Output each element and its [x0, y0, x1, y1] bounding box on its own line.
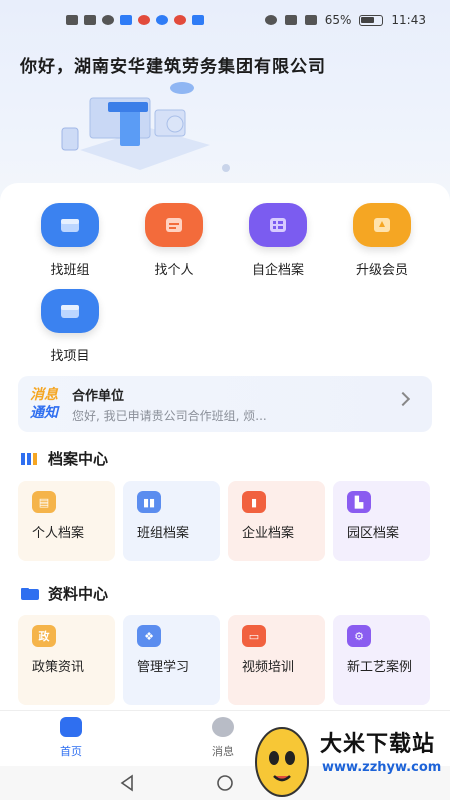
new-process-case-tile[interactable]: ⚙ 新工艺案例 [333, 615, 430, 705]
notice-tag: 消息 通知 [30, 386, 58, 422]
team-archive-icon: ▮▮ [137, 491, 161, 513]
status-bar: 65% 11:43 [0, 0, 450, 40]
own-archive-button[interactable]: 自企档案 [226, 203, 330, 289]
project-icon [41, 289, 99, 333]
app-notification-icon [138, 15, 150, 25]
app-notification-icon [192, 15, 204, 25]
team-archive-label: 班组档案 [137, 526, 190, 541]
banner-illustration [61, 82, 210, 170]
alarm-icon [264, 15, 277, 25]
archive-icon [249, 203, 307, 247]
park-archive-icon: ▙ [347, 491, 371, 513]
watermark: 大米下载站 www.zzhyw.com [246, 716, 450, 800]
tab-home-label: 首页 [60, 745, 82, 758]
home-nav-icon[interactable] [216, 774, 234, 792]
video-training-tile[interactable]: ▭ 视频培训 [228, 615, 325, 705]
team-archive-tile[interactable]: ▮▮ 班组档案 [123, 481, 220, 561]
vip-icon [353, 203, 411, 247]
policy-news-label: 政策资讯 [32, 660, 85, 675]
app-notification-icon [174, 15, 186, 25]
enterprise-archive-label: 企业档案 [242, 526, 295, 541]
park-archive-label: 园区档案 [347, 526, 400, 541]
status-icons-right: 65% 11:43 [264, 13, 426, 27]
policy-icon: 政 [32, 625, 56, 647]
upgrade-member-button[interactable]: 升级会员 [330, 203, 434, 289]
park-archive-tile[interactable]: ▙ 园区档案 [333, 481, 430, 561]
greeting-title: 你好，湖南安华建筑劳务集团有限公司 [20, 57, 326, 77]
video-icon: ▭ [242, 625, 266, 647]
upgrade-member-label: 升级会员 [355, 263, 408, 278]
wifi-icon [102, 15, 114, 25]
notice-title: 合作单位 [72, 388, 125, 404]
management-learning-tile[interactable]: ❖ 管理学习 [123, 615, 220, 705]
tab-messages[interactable]: 消息 [212, 717, 234, 759]
find-project-button[interactable]: 找项目 [18, 289, 122, 375]
watermark-name: 大米下载站 [320, 732, 436, 757]
main-panel: 找班组 找个人 自企档案 升级会员 找项目 消息 通知 合作单位 您好, 我已申… [0, 183, 450, 713]
notice-body: 合作单位 您好, 我已申请贵公司合作班组, 烦... [72, 385, 267, 424]
battery-percent: 65% [324, 13, 352, 27]
find-person-label: 找个人 [154, 263, 194, 278]
personal-archive-icon: ▤ [32, 491, 56, 513]
video-training-label: 视频培训 [242, 660, 295, 675]
gear-icon: ⚙ [347, 625, 371, 647]
watermark-url: www.zzhyw.com [322, 760, 442, 775]
archive-center-header: 档案中心 [20, 448, 108, 469]
personal-archive-label: 个人档案 [32, 526, 85, 541]
resource-center-tiles: 政 政策资讯 ❖ 管理学习 ▭ 视频培训 ⚙ 新工艺案例 [18, 615, 432, 705]
own-archive-label: 自企档案 [251, 263, 304, 278]
app-notification-icon [156, 15, 168, 25]
notice-text: 您好, 我已申请贵公司合作班组, 烦... [72, 408, 267, 423]
carousel-indicator[interactable] [222, 164, 230, 172]
clock: 11:43 [391, 13, 426, 27]
quick-actions-grid: 找班组 找个人 自企档案 升级会员 找项目 [0, 203, 450, 375]
tab-messages-label: 消息 [212, 745, 234, 758]
find-project-label: 找项目 [50, 349, 90, 364]
person-card-icon [145, 203, 203, 247]
watermark-logo [255, 727, 309, 797]
enterprise-archive-icon: ▮ [242, 491, 266, 513]
management-learning-label: 管理学习 [137, 660, 190, 675]
back-icon[interactable] [118, 774, 136, 792]
notice-banner[interactable]: 消息 通知 合作单位 您好, 我已申请贵公司合作班组, 烦... [18, 376, 432, 432]
team-icon [41, 203, 99, 247]
signal-icon [66, 15, 78, 25]
tab-home[interactable]: 首页 [60, 717, 82, 759]
folder-icon [21, 587, 39, 600]
chevron-right-icon [395, 391, 411, 407]
vibrate-icon [304, 15, 317, 25]
hero-banner: 65% 11:43 你好，湖南安华建筑劳务集团有限公司 [0, 0, 450, 200]
message-icon [212, 717, 234, 737]
notice-tag-line1: 消息 [30, 387, 58, 403]
enterprise-archive-tile[interactable]: ▮ 企业档案 [228, 481, 325, 561]
archive-center-title: 档案中心 [48, 450, 109, 468]
bluetooth-icon [284, 15, 297, 25]
battery-icon [359, 14, 384, 26]
signal-icon [84, 15, 96, 25]
archive-center-tiles: ▤ 个人档案 ▮▮ 班组档案 ▮ 企业档案 ▙ 园区档案 [18, 481, 432, 561]
find-person-button[interactable]: 找个人 [122, 203, 226, 289]
app-notification-icon [120, 15, 132, 25]
notice-tag-line2: 通知 [30, 405, 58, 421]
personal-archive-tile[interactable]: ▤ 个人档案 [18, 481, 115, 561]
home-icon [60, 717, 82, 737]
new-process-case-label: 新工艺案例 [347, 660, 413, 675]
resource-center-header: 资料中心 [20, 583, 108, 604]
resource-center-title: 资料中心 [48, 585, 109, 603]
find-team-button[interactable]: 找班组 [18, 203, 122, 289]
policy-news-tile[interactable]: 政 政策资讯 [18, 615, 115, 705]
books-icon [21, 452, 37, 465]
management-icon: ❖ [137, 625, 161, 647]
status-icons-left [66, 15, 204, 25]
find-team-label: 找班组 [50, 263, 90, 278]
